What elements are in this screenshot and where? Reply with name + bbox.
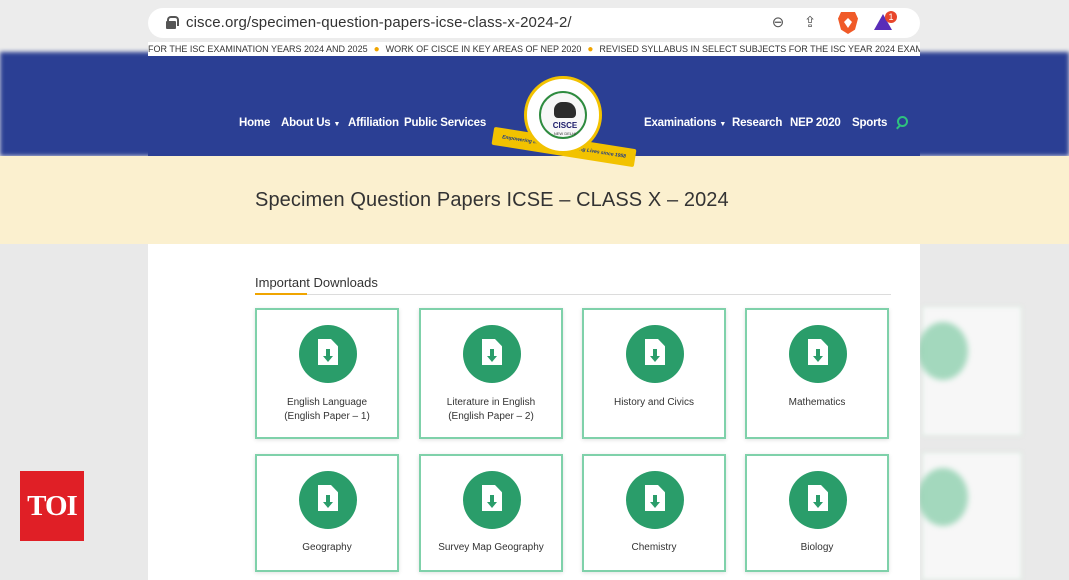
card-label: History and Civics — [613, 397, 695, 408]
nav-public-services[interactable]: Public Services — [404, 117, 486, 129]
ticker-item[interactable]: REVISED SYLLABUS IN SELECT SUBJECTS FOR … — [599, 44, 920, 54]
chevron-down-icon: ▼ — [719, 121, 727, 128]
zoom-icon[interactable]: ⊖ — [768, 13, 788, 33]
news-ticker[interactable]: FOR THE ISC EXAMINATION YEARS 2024 AND 2… — [148, 42, 920, 56]
nav-about-us[interactable]: About Us ▼ — [281, 117, 340, 129]
ticker-item[interactable]: WORK OF CISCE IN KEY AREAS OF NEP 2020 — [386, 44, 582, 54]
card-label: Literature in English (English Paper – 2… — [446, 397, 536, 422]
share-icon[interactable]: ⇪ — [800, 13, 820, 33]
download-card-literature-in-english[interactable]: Literature in English (English Paper – 2… — [419, 308, 563, 439]
toi-watermark-logo: TOI — [20, 471, 84, 541]
chevron-down-icon: ▼ — [333, 121, 341, 128]
cisce-logo[interactable]: CISCE NEW DELHI — [524, 76, 602, 154]
card-label: Biology — [800, 542, 834, 553]
nav-home[interactable]: Home — [239, 117, 270, 129]
logo-name: CISCE — [552, 121, 578, 130]
section-divider — [255, 294, 891, 295]
download-card-english-language[interactable]: English Language (English Paper – 1) — [255, 308, 399, 439]
card-label: English Language (English Paper – 1) — [284, 397, 370, 422]
card-label: Geography — [302, 542, 352, 553]
card-label: Survey Map Geography — [438, 542, 544, 553]
nav-label: Examinations — [644, 117, 717, 129]
download-icon — [626, 325, 684, 383]
rewards-badge: 1 — [885, 11, 897, 23]
nav-nep-2020[interactable]: NEP 2020 — [790, 117, 841, 129]
nav-examinations[interactable]: Examinations ▼ — [644, 117, 726, 129]
lock-icon — [166, 16, 179, 29]
elephant-icon — [554, 102, 576, 118]
download-card-geography[interactable]: Geography — [255, 454, 399, 572]
section-heading: Important Downloads — [255, 275, 378, 290]
bullet-icon: ● — [587, 44, 594, 55]
search-icon[interactable] — [897, 116, 908, 127]
address-bar[interactable]: cisce.org/specimen-question-papers-icse-… — [148, 8, 920, 38]
nav-affiliation[interactable]: Affiliation — [348, 117, 399, 129]
card-label: Chemistry — [631, 542, 677, 553]
download-card-mathematics[interactable]: Mathematics — [745, 308, 889, 439]
page: FOR THE ISC EXAMINATION YEARS 2024 AND 2… — [148, 42, 920, 580]
download-icon — [463, 325, 521, 383]
bullet-icon: ● — [373, 44, 380, 55]
card-label: Mathematics — [788, 397, 846, 408]
download-card-chemistry[interactable]: Chemistry — [582, 454, 726, 572]
page-title: Specimen Question Papers ICSE – CLASS X … — [255, 189, 729, 211]
backdrop-circle — [918, 468, 968, 526]
download-icon — [789, 325, 847, 383]
download-icon — [789, 471, 847, 529]
url-text[interactable]: cisce.org/specimen-question-papers-icse-… — [186, 14, 572, 31]
download-icon — [463, 471, 521, 529]
backdrop-circle — [918, 322, 968, 380]
page-hero: Specimen Question Papers ICSE – CLASS X … — [148, 156, 920, 244]
download-card-survey-map-geography[interactable]: Survey Map Geography — [419, 454, 563, 572]
nav-research[interactable]: Research — [732, 117, 782, 129]
nav-label: About Us — [281, 117, 331, 129]
download-icon — [299, 325, 357, 383]
download-card-biology[interactable]: Biology — [745, 454, 889, 572]
logo-location: NEW DELHI — [553, 131, 577, 136]
logo-emblem: CISCE NEW DELHI — [539, 91, 587, 139]
section-accent-bar — [255, 293, 307, 295]
ticker-item[interactable]: FOR THE ISC EXAMINATION YEARS 2024 AND 2… — [148, 44, 368, 54]
download-icon — [626, 471, 684, 529]
download-card-history-and-civics[interactable]: History and Civics — [582, 308, 726, 439]
nav-sports[interactable]: Sports — [852, 117, 887, 129]
download-icon — [299, 471, 357, 529]
